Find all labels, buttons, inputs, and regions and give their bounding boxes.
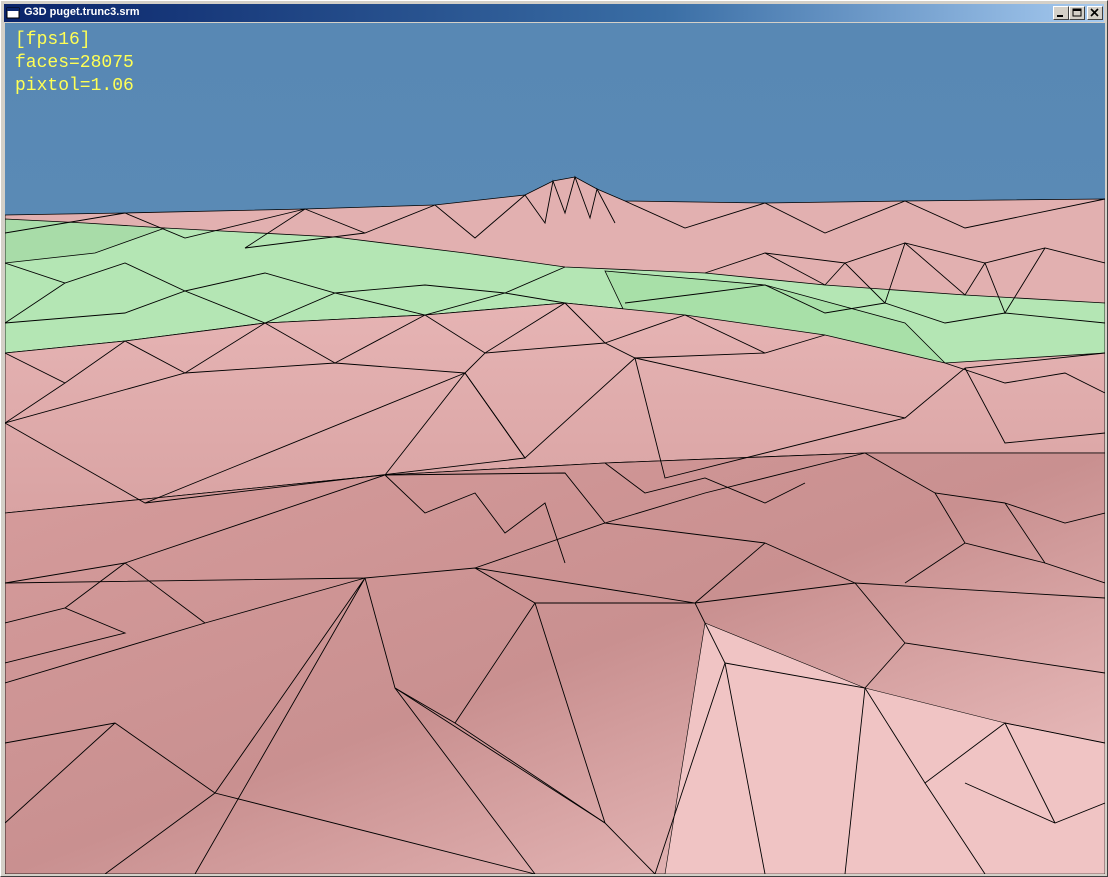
terrain-mesh [5, 23, 1105, 874]
maximize-button[interactable] [1069, 6, 1085, 20]
minimize-icon [1057, 15, 1063, 17]
stats-overlay: [fps16] faces=28075 pixtol=1.06 [15, 29, 134, 98]
window-title: G3D puget.trunc3.srm [24, 6, 140, 18]
minimize-button[interactable] [1053, 6, 1069, 20]
faces-readout: faces=28075 [15, 53, 134, 73]
app-window-icon[interactable] [6, 6, 20, 20]
pixtol-readout: pixtol=1.06 [15, 76, 134, 96]
close-icon [1090, 8, 1099, 17]
close-button[interactable] [1087, 6, 1103, 20]
maximize-icon [1072, 8, 1082, 17]
application-window: G3D puget.trunc3.srm [fps16] faces=28075… [0, 0, 1108, 877]
render-viewport[interactable]: [fps16] faces=28075 pixtol=1.06 [5, 23, 1105, 874]
fps-readout: [fps16] [15, 30, 91, 50]
title-bar[interactable]: G3D puget.trunc3.srm [4, 4, 1104, 22]
